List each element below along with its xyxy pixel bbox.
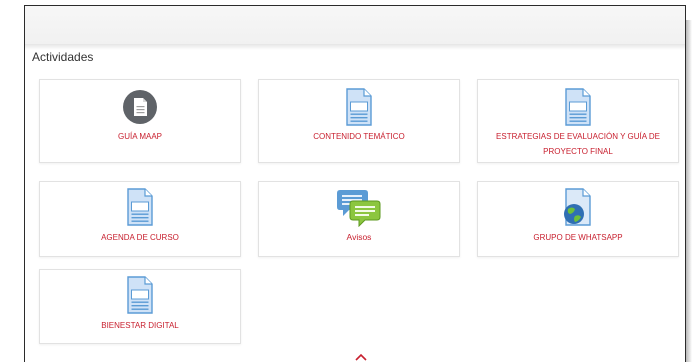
document-icon xyxy=(127,276,153,314)
frame-shadow xyxy=(686,20,692,362)
document-icon xyxy=(565,88,591,126)
activity-card-estrategias[interactable]: ESTRATEGIAS DE EVALUACIÓN Y GUÍA DE PROY… xyxy=(477,79,679,163)
chevron-up-icon[interactable] xyxy=(354,352,368,362)
activity-card-avisos[interactable]: Avisos xyxy=(258,181,460,257)
activity-label: GRUPO DE WHATSAPP xyxy=(533,233,623,242)
forum-chat-icon xyxy=(337,190,381,227)
document-circle-icon xyxy=(123,90,157,124)
activity-label: ESTRATEGIAS DE EVALUACIÓN Y GUÍA DE PROY… xyxy=(496,132,660,156)
url-globe-icon xyxy=(564,188,591,226)
course-page: Actividades GUÍA MAAP CONTENIDO TEMÁTICO xyxy=(24,5,686,362)
activity-card-guia-maap[interactable]: GUÍA MAAP xyxy=(39,79,241,163)
activity-label: AGENDA DE CURSO xyxy=(101,233,179,242)
activity-label: GUÍA MAAP xyxy=(117,132,162,141)
activity-card-agenda-de-curso[interactable]: AGENDA DE CURSO xyxy=(39,181,241,257)
top-bar-shadow xyxy=(25,44,685,50)
document-icon xyxy=(346,88,372,126)
activity-label: CONTENIDO TEMÁTICO xyxy=(313,132,405,141)
activity-label: Avisos xyxy=(346,232,372,242)
activity-card-bienestar-digital[interactable]: BIENESTAR DIGITAL xyxy=(39,269,241,344)
document-icon xyxy=(127,188,153,226)
activity-card-contenido-tematico[interactable]: CONTENIDO TEMÁTICO xyxy=(258,79,460,163)
activity-label: BIENESTAR DIGITAL xyxy=(101,321,179,330)
section-title: Actividades xyxy=(32,50,94,64)
top-bar xyxy=(25,6,685,44)
activity-card-grupo-whatsapp[interactable]: GRUPO DE WHATSAPP xyxy=(477,181,679,257)
